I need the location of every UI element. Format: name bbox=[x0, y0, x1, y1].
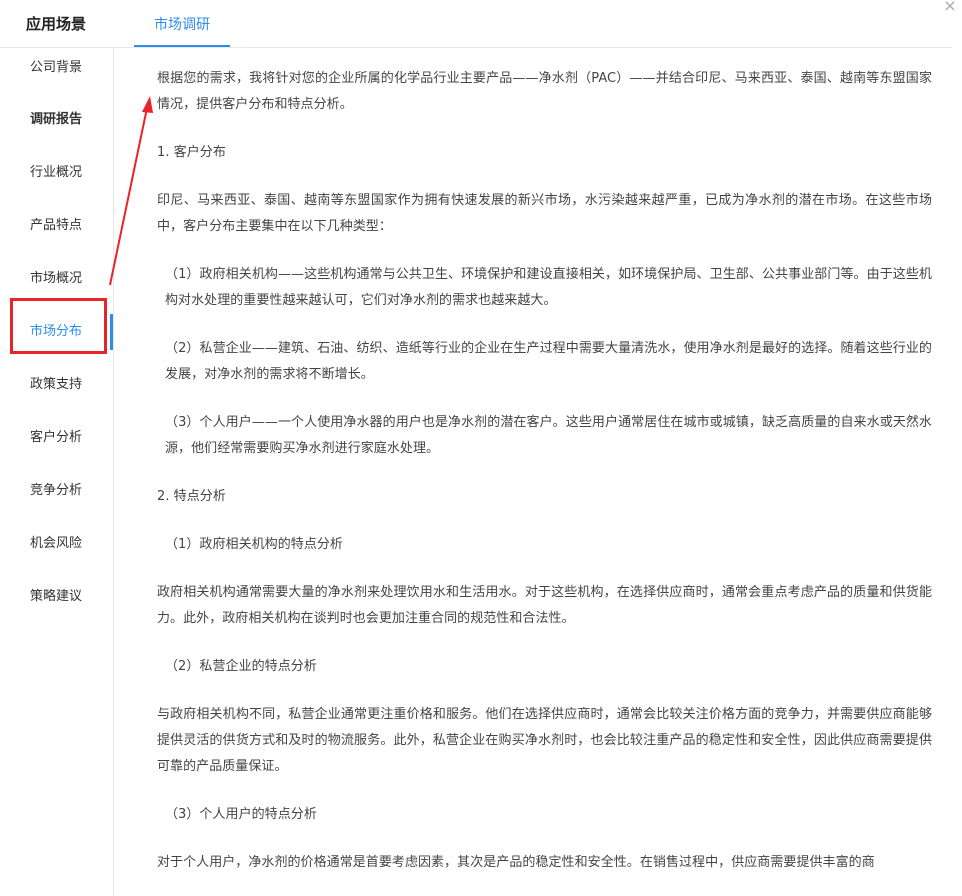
sidebar-item-customer-analysis[interactable]: 客户分析 bbox=[0, 418, 112, 458]
sidebar-item-market-distribution[interactable]: 市场分布 bbox=[0, 312, 112, 352]
section-heading: 2. 特点分析 bbox=[157, 489, 226, 504]
intro-paragraph: 根据您的需求，我将针对您的企业所属的化学品行业主要产品——净水剂（PAC）——并… bbox=[157, 71, 932, 112]
sidebar-item-market-overview[interactable]: 市场概况 bbox=[0, 259, 112, 299]
close-icon[interactable]: × bbox=[940, 0, 960, 16]
sidebar-item-competition-analysis[interactable]: 竞争分析 bbox=[0, 471, 112, 511]
subsection-heading: （3）个人用户的特点分析 bbox=[165, 807, 317, 822]
content-paragraph: 与政府相关机构不同，私营企业通常更注重价格和服务。他们在选择供应商时，通常会比较… bbox=[157, 707, 932, 774]
subsection-heading: （1）政府相关机构的特点分析 bbox=[165, 537, 343, 552]
header-divider bbox=[0, 47, 952, 48]
content-paragraph: 政府相关机构通常需要大量的净水剂来处理饮用水和生活用水。对于这些机构，在选择供应… bbox=[157, 585, 932, 626]
sidebar-item-industry-overview[interactable]: 行业概况 bbox=[0, 153, 112, 193]
content-paragraph: （2）私营企业——建筑、石油、纺织、造纸等行业的企业在生产过程中需要大量清洗水，… bbox=[165, 341, 932, 382]
report-content: 根据您的需求，我将针对您的企业所属的化学品行业主要产品——净水剂（PAC）——并… bbox=[157, 66, 932, 896]
subsection-heading: （2）私营企业的特点分析 bbox=[165, 659, 317, 674]
sidebar-item-strategy-advice[interactable]: 策略建议 bbox=[0, 577, 112, 617]
content-paragraph: 印尼、马来西亚、泰国、越南等东盟国家作为拥有快速发展的新兴市场，水污染越来越严重… bbox=[157, 193, 932, 234]
content-paragraph: （3）个人用户——一个人使用净水器的用户也是净水剂的潜在客户。这些用户通常居住在… bbox=[165, 415, 932, 456]
content-paragraph: 对于个人用户，净水剂的价格通常是首要考虑因素，其次是产品的稳定性和安全性。在销售… bbox=[157, 855, 875, 870]
content-paragraph: （1）政府相关机构——这些机构通常与公共卫生、环境保护和建设直接相关，如环境保护… bbox=[165, 267, 932, 308]
sidebar-active-indicator bbox=[110, 314, 113, 350]
sidebar-item-product-features[interactable]: 产品特点 bbox=[0, 206, 112, 246]
app-window: 应用场景 市场调研 × 公司背景 调研报告 行业概况 产品特点 市场概况 市场分… bbox=[0, 0, 962, 896]
sidebar-item-opportunity-risk[interactable]: 机会风险 bbox=[0, 524, 112, 564]
sidebar-item-policy-support[interactable]: 政策支持 bbox=[0, 365, 112, 405]
sidebar: 公司背景 调研报告 行业概况 产品特点 市场概况 市场分布 政策支持 客户分析 … bbox=[0, 48, 114, 896]
sidebar-item-company-background[interactable]: 公司背景 bbox=[0, 48, 112, 88]
sidebar-item-research-report[interactable]: 调研报告 bbox=[0, 100, 112, 140]
tab-market-research[interactable]: 市场调研 bbox=[134, 0, 230, 48]
section-heading: 1. 客户分布 bbox=[157, 145, 226, 160]
page-title: 应用场景 bbox=[25, 15, 86, 33]
